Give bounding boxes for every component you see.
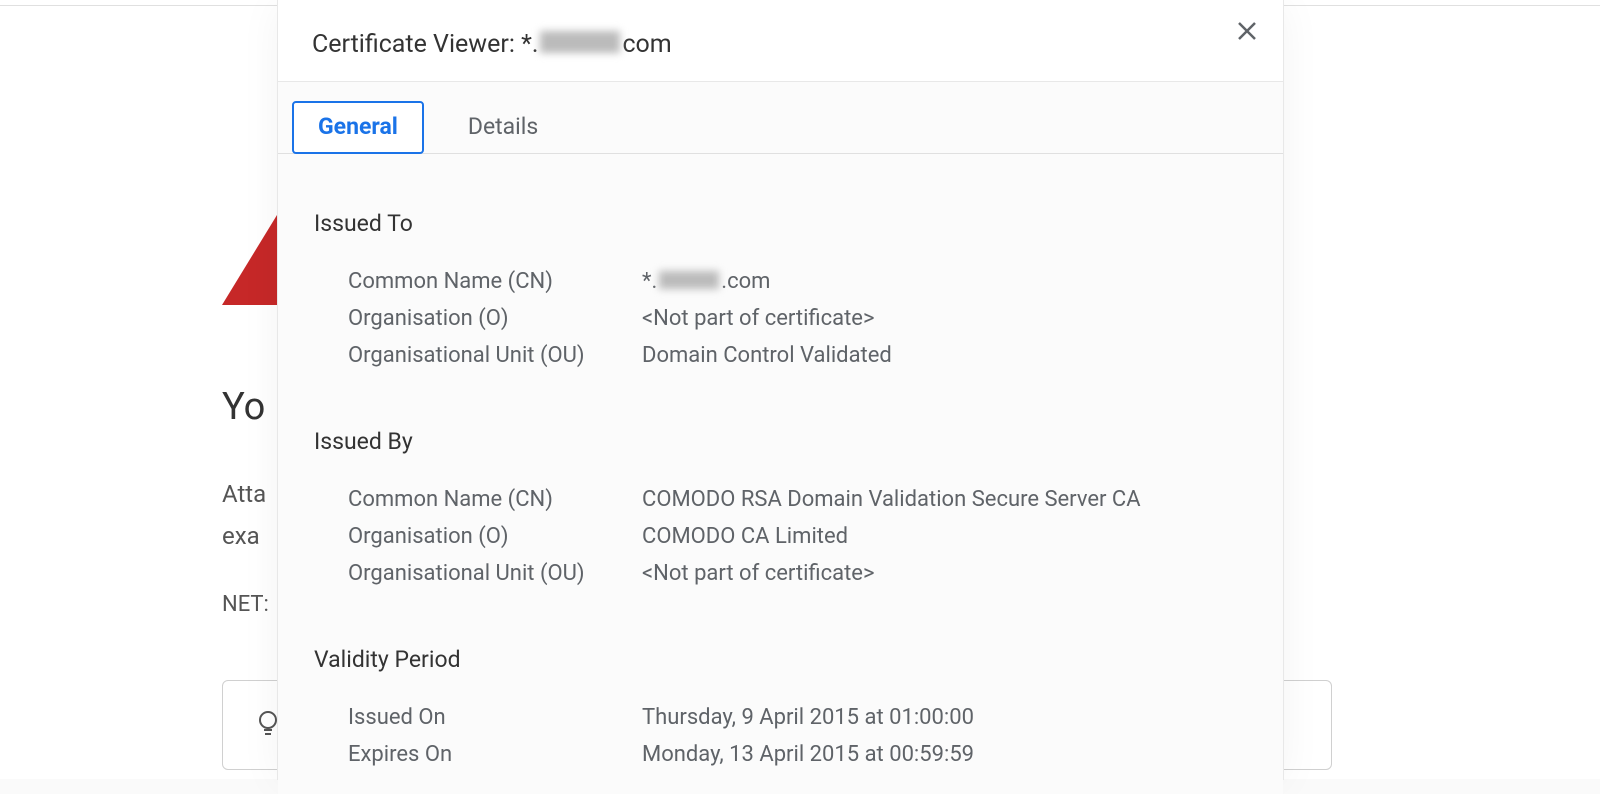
field-value-o: COMODO CA Limited <box>642 520 1247 553</box>
field-value-ou: Domain Control Validated <box>642 339 1247 372</box>
section-issued-by: Issued By Common Name (CN) COMODO RSA Do… <box>314 428 1247 590</box>
field-label-cn: Common Name (CN) <box>348 483 642 516</box>
section-issued-to: Issued To Common Name (CN) *. .com Organi… <box>314 210 1247 372</box>
page-text-fragment: Atta <box>222 480 266 508</box>
field-value-cn: *. .com <box>642 265 1247 298</box>
field-value-issued-on: Thursday, 9 April 2015 at 01:00:00 <box>642 701 1247 734</box>
field-label-cn: Common Name (CN) <box>348 265 642 298</box>
warning-triangle-icon <box>222 215 277 305</box>
section-title: Issued To <box>314 210 1247 237</box>
field-label-o: Organisation (O) <box>348 302 642 335</box>
cn-prefix: *. <box>642 269 657 294</box>
field-row: Organisation (O) <Not part of certificat… <box>314 302 1247 335</box>
page-heading-fragment: Yo <box>222 385 265 429</box>
title-prefix: Certificate Viewer: *. <box>312 30 538 59</box>
field-value-cn: COMODO RSA Domain Validation Secure Serv… <box>642 483 1247 516</box>
field-row: Common Name (CN) COMODO RSA Domain Valid… <box>314 483 1247 516</box>
dialog-body: Issued To Common Name (CN) *. .com Organi… <box>278 154 1283 794</box>
field-label-issued-on: Issued On <box>348 701 642 734</box>
field-label-expires-on: Expires On <box>348 738 642 771</box>
tabs: General Details <box>278 82 1283 154</box>
dialog-header: Certificate Viewer: *. com <box>278 0 1283 82</box>
close-icon <box>1237 21 1257 41</box>
bulb-icon <box>256 710 280 747</box>
field-row: Organisational Unit (OU) <Not part of ce… <box>314 557 1247 590</box>
title-suffix: com <box>622 30 671 59</box>
field-row: Common Name (CN) *. .com <box>314 265 1247 298</box>
field-row: Organisational Unit (OU) Domain Control … <box>314 339 1247 372</box>
page-text-fragment: NET: <box>222 592 269 617</box>
redacted-domain <box>659 271 719 289</box>
field-row: Expires On Monday, 13 April 2015 at 00:5… <box>314 738 1247 771</box>
field-value-expires-on: Monday, 13 April 2015 at 00:59:59 <box>642 738 1247 771</box>
section-validity: Validity Period Issued On Thursday, 9 Ap… <box>314 646 1247 771</box>
section-title: Validity Period <box>314 646 1247 673</box>
dialog-title: Certificate Viewer: *. com <box>312 30 1249 59</box>
tab-details[interactable]: Details <box>442 101 564 154</box>
field-label-ou: Organisational Unit (OU) <box>348 339 642 372</box>
close-button[interactable] <box>1237 18 1257 46</box>
field-label-ou: Organisational Unit (OU) <box>348 557 642 590</box>
redacted-domain <box>540 31 620 53</box>
field-label-o: Organisation (O) <box>348 520 642 553</box>
field-value-ou: <Not part of certificate> <box>642 557 1247 590</box>
certificate-viewer-dialog: Certificate Viewer: *. com General Detail… <box>278 0 1283 779</box>
field-value-o: <Not part of certificate> <box>642 302 1247 335</box>
field-row: Issued On Thursday, 9 April 2015 at 01:0… <box>314 701 1247 734</box>
tab-general[interactable]: General <box>292 101 424 154</box>
cn-suffix: .com <box>721 269 770 294</box>
field-row: Organisation (O) COMODO CA Limited <box>314 520 1247 553</box>
section-title: Issued By <box>314 428 1247 455</box>
page-text-fragment: exa <box>222 522 260 550</box>
